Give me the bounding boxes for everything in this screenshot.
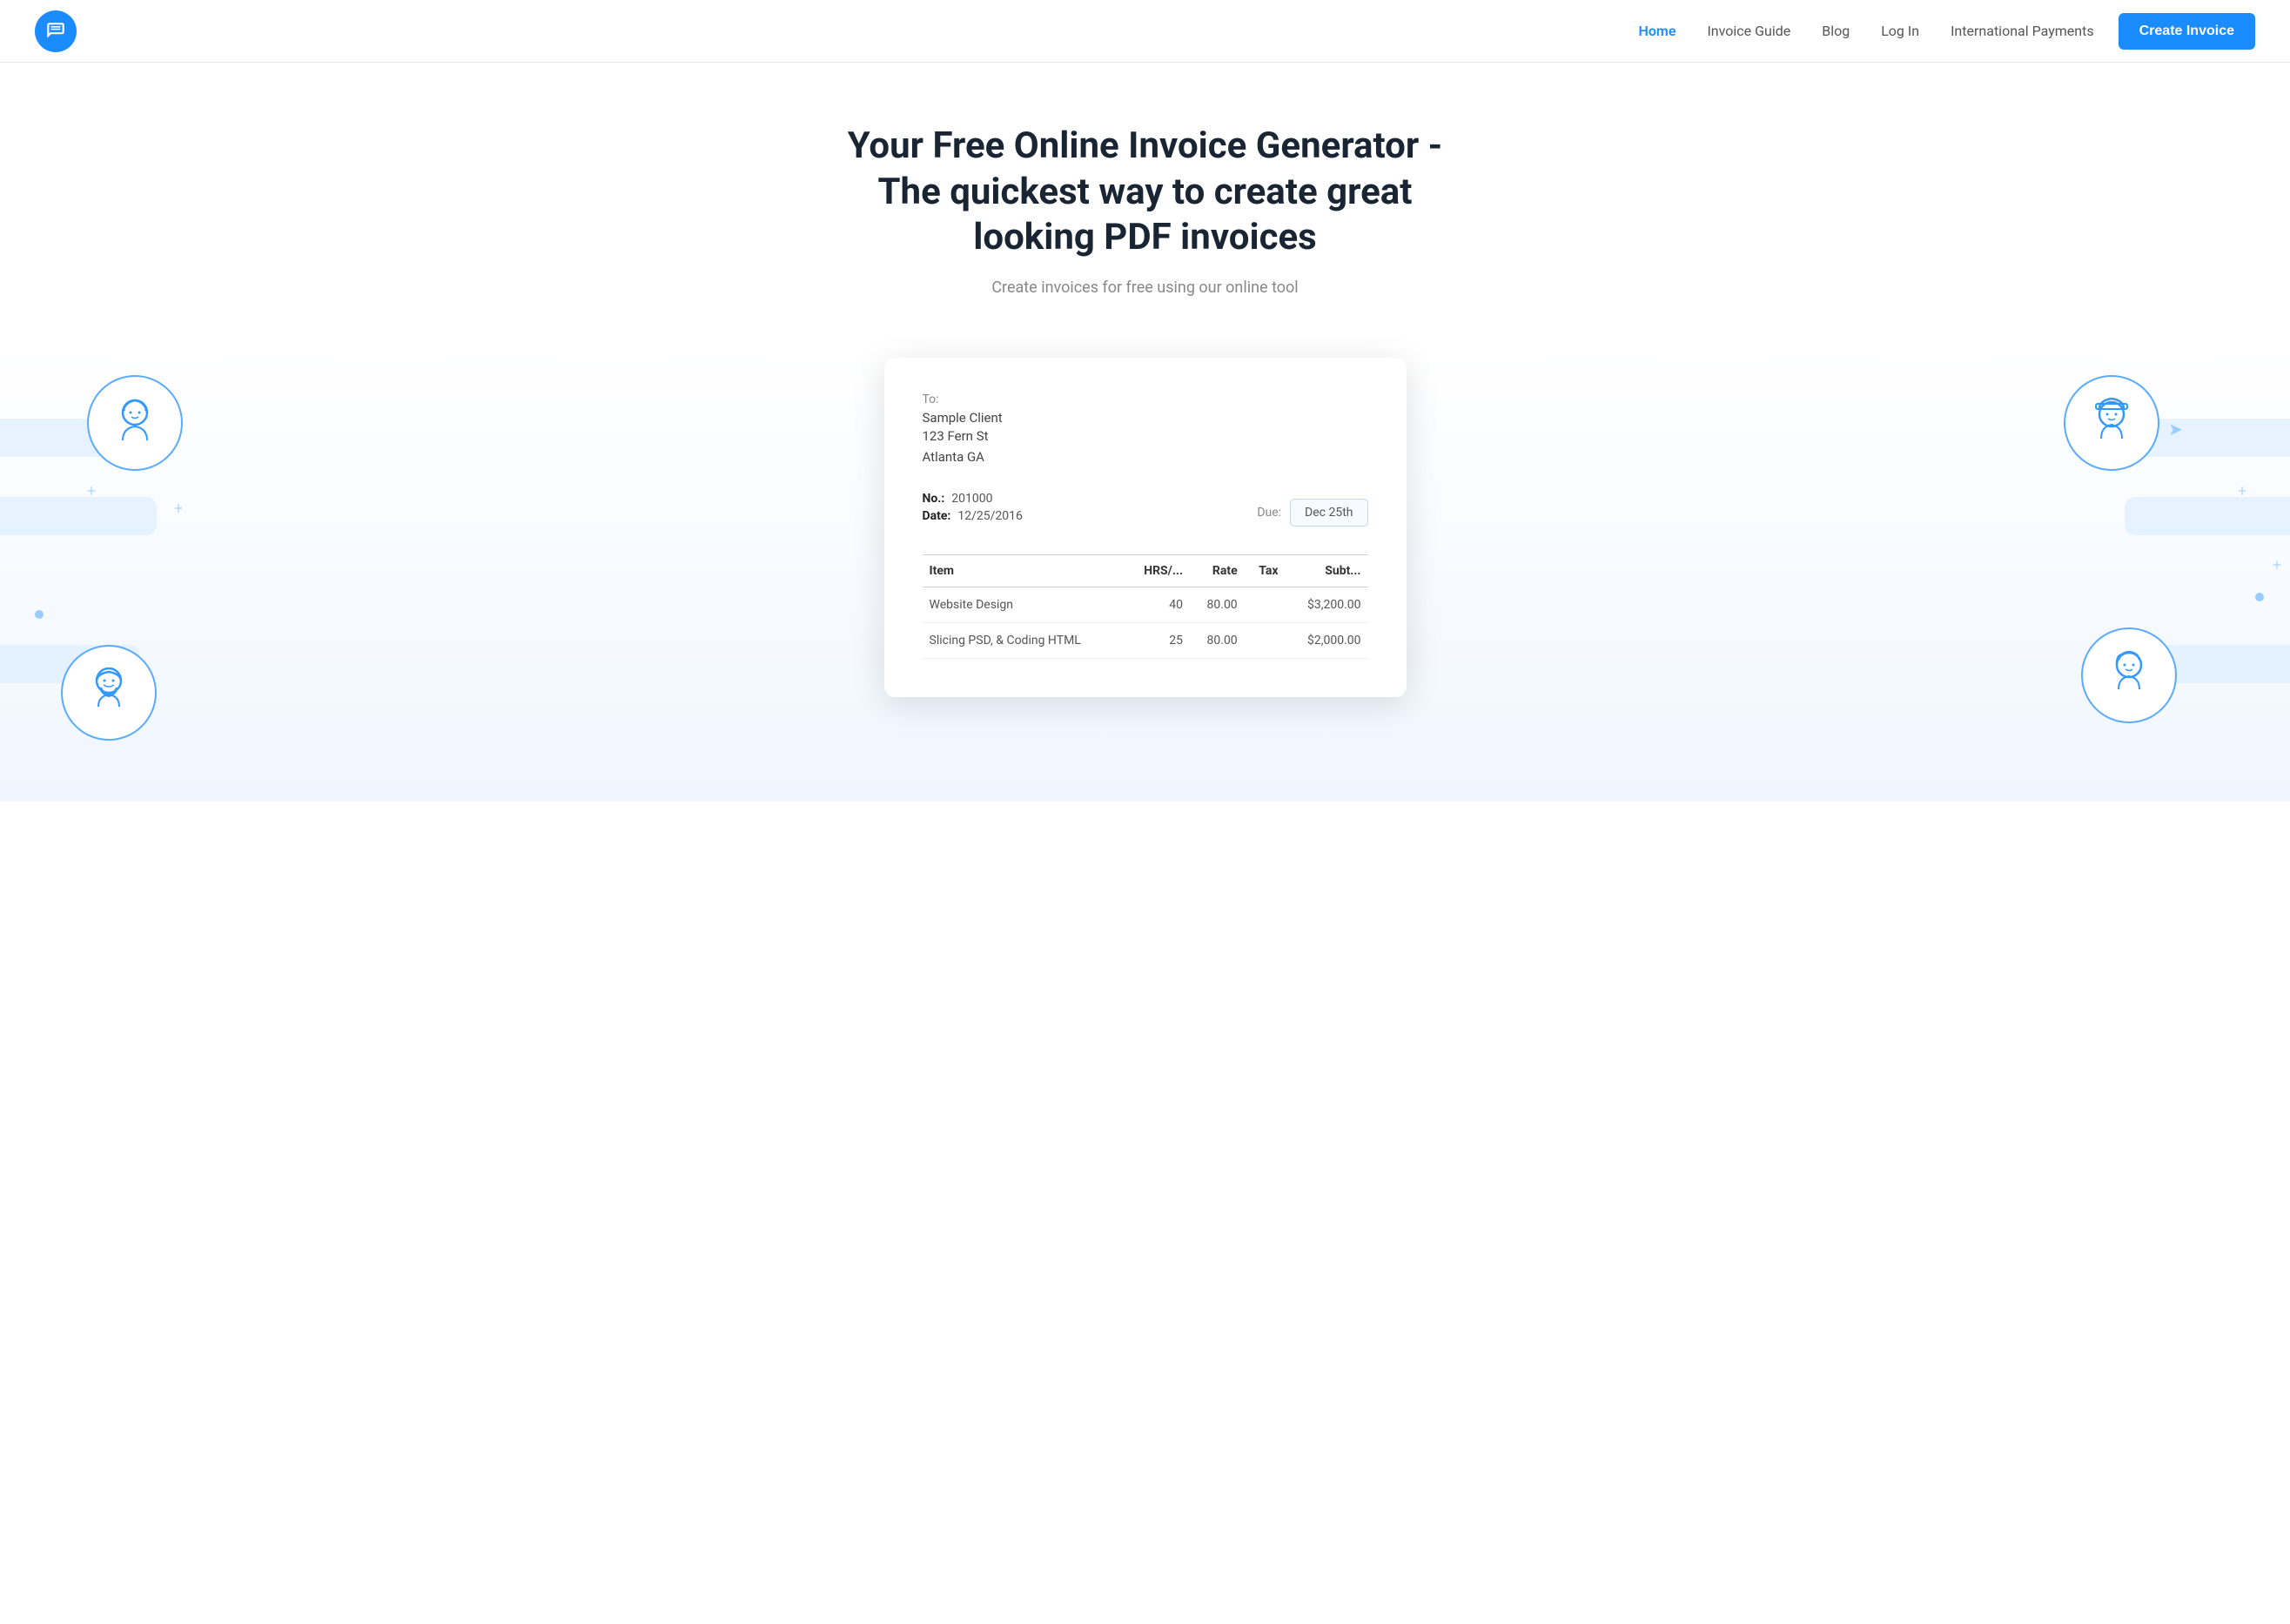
nav-log-in[interactable]: Log In [1881, 23, 1919, 39]
invoice-number-row: No.: 201000 [923, 492, 1023, 506]
site-header: Home Invoice Guide Blog Log In Internati… [0, 0, 2290, 63]
invoice-card: To: Sample Client 123 Fern St Atlanta GA… [884, 358, 1407, 697]
table-col-header: Item [923, 554, 1125, 587]
table-cell: Slicing PSD, & Coding HTML [923, 622, 1125, 658]
left-decor: + + [0, 349, 244, 802]
hero-subtext: Create invoices for free using our onlin… [17, 278, 2273, 297]
table-header-row: ItemHRS/...RateTaxSubt... [923, 554, 1368, 587]
nav-home[interactable]: Home [1639, 23, 1676, 39]
table-cell: 40 [1125, 587, 1191, 622]
decor-plus-r2: + [2273, 558, 2281, 574]
invoice-meta: No.: 201000 Date: 12/25/2016 Due: Dec 25th [923, 492, 1368, 527]
due-date-badge: Dec 25th [1290, 499, 1367, 527]
nav-blog[interactable]: Blog [1822, 23, 1850, 39]
due-box: Due: Dec 25th [1257, 499, 1367, 527]
invoice-table: ItemHRS/...RateTaxSubt... Website Design… [923, 554, 1368, 659]
client-name: Sample Client [923, 410, 1368, 426]
table-col-header: Tax [1245, 554, 1286, 587]
invoice-table-body: Website Design4080.00$3,200.00Slicing PS… [923, 587, 1368, 658]
date-value: 12/25/2016 [957, 509, 1023, 523]
receipt-icon [44, 20, 67, 43]
table-cell: 25 [1125, 622, 1191, 658]
hero-section: Your Free Online Invoice Generator - The… [0, 63, 2290, 297]
table-cell: 80.00 [1190, 622, 1245, 658]
decor-plus2: + [174, 501, 183, 517]
table-cell: $3,200.00 [1286, 587, 1368, 622]
address-line2: Atlanta GA [923, 446, 1368, 467]
decor-dot-r1 [2255, 593, 2264, 601]
table-row: Slicing PSD, & Coding HTML2580.00 $2,000.… [923, 622, 1368, 658]
table-col-header: Subt... [1286, 554, 1368, 587]
decor-plus-r1: + [2238, 484, 2246, 500]
logo[interactable] [35, 10, 77, 52]
main-nav: Home Invoice Guide Blog Log In Internati… [1639, 23, 2094, 39]
to-label: To: [923, 393, 1368, 406]
address-line1: 123 Fern St [923, 426, 1368, 446]
table-cell: $2,000.00 [1286, 622, 1368, 658]
hero-headline: Your Free Online Invoice Generator - The… [841, 124, 1450, 261]
table-col-header: HRS/... [1125, 554, 1191, 587]
number-value: 201000 [951, 492, 992, 506]
decor-plus1: + [87, 484, 96, 500]
right-decor: ➤ + + [2046, 349, 2290, 802]
invoice-date-row: Date: 12/25/2016 [923, 509, 1023, 523]
nav-invoice-guide[interactable]: Invoice Guide [1707, 23, 1790, 39]
table-cell: Website Design [923, 587, 1125, 622]
table-cell: 80.00 [1190, 587, 1245, 622]
preview-section: + + To: Sample Client [0, 349, 2290, 802]
invoice-table-head: ItemHRS/...RateTaxSubt... [923, 554, 1368, 587]
table-cell [1245, 622, 1286, 658]
avatar-left-bottom [61, 645, 157, 741]
table-row: Website Design4080.00 $3,200.00 [923, 587, 1368, 622]
table-cell [1245, 587, 1286, 622]
avatar-right-bottom [2081, 627, 2177, 723]
create-invoice-button[interactable]: Create Invoice [2119, 13, 2255, 50]
table-col-header: Rate [1190, 554, 1245, 587]
due-label: Due: [1257, 506, 1281, 520]
arrow-right: ➤ [2168, 419, 2183, 440]
date-label: Date: [923, 509, 951, 523]
avatar-left-top [87, 375, 183, 471]
logo-icon [35, 10, 77, 52]
avatar-right-top [2064, 375, 2159, 471]
nav-international-payments[interactable]: International Payments [1951, 23, 2094, 39]
number-label: No.: [923, 492, 945, 506]
decor-dot1 [35, 610, 44, 619]
invoice-to: To: Sample Client 123 Fern St Atlanta GA [923, 393, 1368, 467]
invoice-meta-left: No.: 201000 Date: 12/25/2016 [923, 492, 1023, 527]
